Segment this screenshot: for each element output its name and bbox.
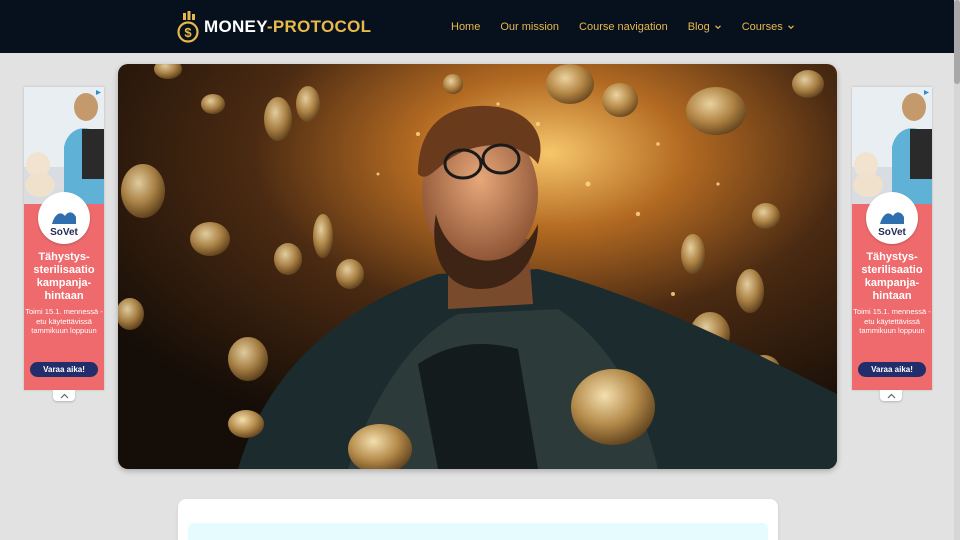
page-scrollbar[interactable] (954, 0, 960, 540)
svg-text:$: $ (184, 25, 192, 40)
nav-our-mission[interactable]: Our mission (500, 21, 559, 33)
ad-photo (852, 87, 932, 204)
animal-logo-icon (880, 212, 904, 224)
ad-logo-badge: SoVet (38, 192, 90, 244)
ad-choices-icon[interactable] (95, 89, 102, 96)
chevron-up-icon (887, 393, 895, 398)
nav-courses-label: Courses (741, 20, 783, 33)
animal-logo-icon (52, 212, 76, 224)
content-card (178, 499, 778, 540)
nav-home-label: Home (451, 20, 481, 33)
chevron-up-icon (60, 393, 68, 398)
ad-body-text: Toimi 15.1. mennessä - etu käytettävissä… (25, 307, 103, 335)
hero-image (118, 64, 837, 469)
logo-word-money: MONEY (204, 17, 267, 36)
site-header: $ MONEY-PROTOCOL Home Our mission Course… (0, 0, 960, 53)
content-card-inner-box (188, 523, 768, 540)
side-ad-left[interactable]: SoVet Tähystys-sterilisaatio kampanja-hi… (24, 87, 104, 390)
hero-illustration (118, 64, 837, 469)
nav-our-mission-label: Our mission (500, 20, 560, 33)
logo-word-protocol: PROTOCOL (272, 17, 372, 36)
ad-body-text: Toimi 15.1. mennessä - etu käytettävissä… (853, 307, 931, 335)
chevron-down-icon (714, 24, 721, 29)
nav-blog[interactable]: Blog (688, 21, 722, 33)
ad-cta-button[interactable]: Varaa aika! (858, 362, 926, 377)
ad-cta-button[interactable]: Varaa aika! (30, 362, 98, 377)
ad-brand: SoVet (50, 227, 78, 238)
ad-photo (24, 87, 104, 204)
nav-course-navigation-label: Course navigation (579, 20, 668, 33)
scrollbar-thumb[interactable] (954, 0, 960, 84)
nav-courses[interactable]: Courses (742, 21, 795, 33)
chevron-down-icon (787, 24, 794, 29)
ad-headline: Tähystys-sterilisaatio kampanja-hintaan (33, 251, 95, 302)
ad-brand: SoVet (878, 227, 906, 238)
ad-choices-icon[interactable] (923, 89, 930, 96)
nav-course-navigation[interactable]: Course navigation (579, 21, 668, 33)
site-logo[interactable]: $ MONEY-PROTOCOL (176, 10, 371, 44)
money-bag-icon: $ (177, 11, 199, 43)
ad-headline: Tähystys-sterilisaatio kampanja-hintaan (861, 251, 923, 302)
ad-logo-badge: SoVet (866, 192, 918, 244)
ad-collapse-toggle-right[interactable] (880, 390, 902, 401)
ad-collapse-toggle-left[interactable] (53, 390, 75, 401)
nav-home[interactable]: Home (451, 21, 480, 33)
logo-text: MONEY-PROTOCOL (204, 17, 371, 37)
main-nav: Home Our mission Course navigation Blog … (451, 0, 815, 53)
side-ad-right[interactable]: SoVet Tähystys-sterilisaatio kampanja-hi… (852, 87, 932, 390)
nav-blog-label: Blog (687, 20, 710, 33)
